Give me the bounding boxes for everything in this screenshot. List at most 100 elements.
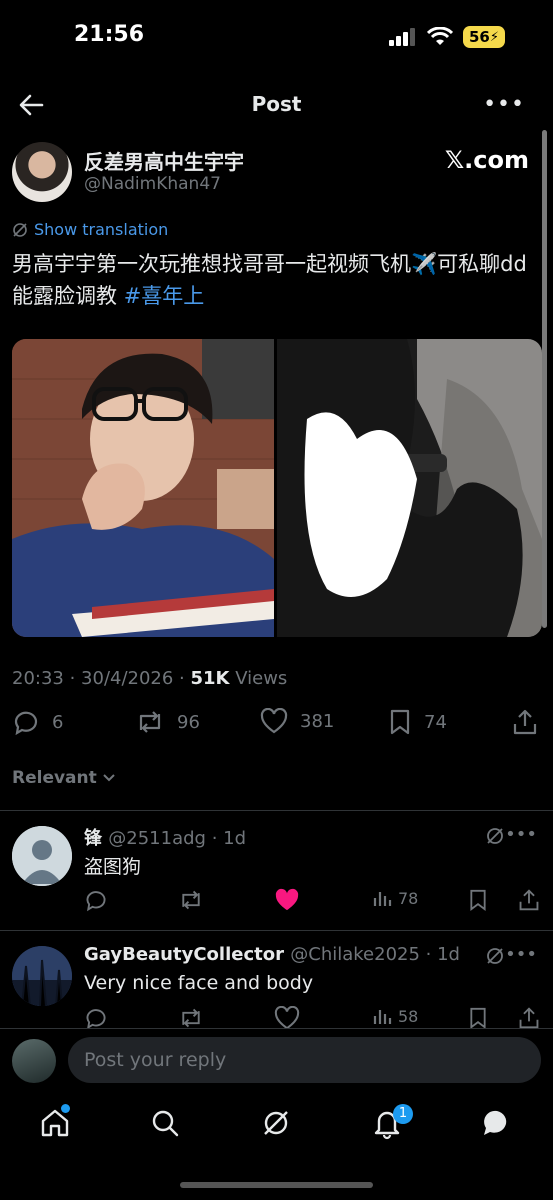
author-handle[interactable]: @NadimKhan47 (84, 174, 221, 194)
post-meta: 20:33 · 30/4/2026 · 51K Views (12, 668, 287, 689)
reply-input[interactable]: Post your reply (68, 1037, 541, 1083)
post-media[interactable] (12, 339, 542, 637)
reply-button[interactable]: 6 (12, 708, 63, 736)
grok-icon[interactable] (259, 1106, 293, 1140)
heart-filled-icon (275, 888, 299, 911)
landscape-avatar (12, 946, 72, 1006)
repost-count: 96 (177, 711, 200, 733)
top-nav: Post ••• (0, 76, 553, 134)
reply-icon (86, 1009, 106, 1030)
home-indicator (180, 1182, 373, 1188)
reply-like-button[interactable] (274, 888, 300, 912)
default-avatar-icon (12, 826, 72, 886)
bookmark-button[interactable]: 74 (388, 708, 447, 736)
reply-more-icon[interactable]: ••• (505, 824, 537, 845)
analytics-icon (373, 1010, 392, 1024)
reply-bookmark-button[interactable] (468, 888, 488, 912)
battery-level: 56 (468, 28, 490, 46)
post-actions: 6 96 381 74 (0, 708, 553, 742)
reply-text: 盗图狗 (84, 856, 142, 878)
reply-icon (14, 711, 38, 736)
reply-views-button[interactable]: 78 (372, 888, 418, 908)
reply-author-name: 锋 (84, 828, 102, 849)
media-photo-2[interactable] (277, 339, 542, 637)
grok-icon[interactable] (485, 946, 505, 966)
analytics-icon (373, 892, 392, 906)
chevron-down-icon (103, 774, 115, 782)
more-options-icon[interactable]: ••• (483, 92, 525, 117)
author-avatar[interactable] (12, 142, 72, 202)
messages-icon[interactable] (480, 1106, 514, 1140)
reply-repost-button[interactable] (178, 1006, 204, 1030)
relevance-filter[interactable]: Relevant (12, 768, 115, 788)
reply-actions: 78 (84, 888, 544, 914)
page-title: Post (251, 92, 302, 116)
notifications-badge: 1 (393, 1104, 413, 1124)
reply-more-icon[interactable]: ••• (505, 944, 537, 965)
reply-like-button[interactable] (274, 1006, 300, 1030)
reply-views-button[interactable]: 58 (372, 1006, 418, 1026)
reply-share-button[interactable] (518, 1006, 540, 1030)
relevance-filter-label: Relevant (12, 768, 97, 788)
reply-text: Very nice face and body (84, 972, 314, 994)
share-icon (519, 889, 539, 911)
battery-indicator: 56 ⚡ (462, 26, 505, 48)
search-icon[interactable] (148, 1106, 182, 1140)
show-translation-link[interactable]: Show translation (12, 220, 168, 239)
share-icon (519, 1007, 539, 1029)
scrollbar[interactable] (542, 130, 547, 628)
repost-icon (182, 1008, 200, 1028)
share-button[interactable] (512, 708, 538, 736)
divider (0, 810, 553, 811)
reply-share-button[interactable] (518, 888, 540, 912)
grok-icon (13, 222, 27, 237)
bookmark-icon (470, 1007, 486, 1029)
media-photo-1[interactable] (12, 339, 274, 637)
grok-icon[interactable] (485, 826, 505, 846)
wifi-icon (426, 27, 453, 45)
post-text: 男高宇宇第一次玩推想找哥哥一起视频飞机✈️可私聊dd能露脸调教 #喜年上 (12, 248, 532, 312)
home-badge-dot (61, 1104, 70, 1113)
reply-composer: Post your reply (0, 1028, 553, 1092)
reply-avatar[interactable] (12, 826, 72, 886)
current-user-avatar[interactable] (12, 1039, 56, 1083)
reply-author[interactable]: 锋 @2511adg · 1d (84, 824, 246, 850)
repost-button[interactable]: 96 (135, 708, 200, 736)
reply-icon (86, 891, 106, 912)
status-time: 21:56 (74, 22, 145, 47)
reply-author-name: GayBeautyCollector (84, 944, 284, 965)
reply-views-count: 58 (398, 1006, 419, 1026)
like-count: 381 (300, 710, 335, 732)
censored-photo-illustration (277, 339, 542, 637)
reply-repost-button[interactable] (178, 888, 204, 912)
reply-author-handle: @2511adg · 1d (108, 828, 247, 849)
cellular-signal-icon (388, 28, 415, 46)
reply-bookmark-button[interactable] (468, 1006, 488, 1030)
repost-icon (139, 711, 161, 733)
selfie-illustration (12, 339, 274, 637)
like-button[interactable]: 381 (260, 708, 334, 734)
author-name[interactable]: 反差男高中生宇宇 (84, 146, 244, 175)
share-icon (513, 709, 537, 735)
repost-icon (182, 890, 200, 910)
divider (0, 930, 553, 931)
views-label: Views (229, 668, 288, 689)
status-icons: 56 ⚡ (388, 26, 505, 48)
x-watermark: 𝕏.com (444, 146, 529, 174)
heart-icon (260, 708, 288, 734)
bookmark-count: 74 (424, 711, 447, 733)
status-bar: 21:56 56 ⚡ (0, 0, 553, 76)
reply-reply-button[interactable] (84, 888, 108, 912)
hashtag-link[interactable]: #喜年上 (124, 284, 205, 308)
reply-author-handle: @Chilake2025 · 1d (290, 944, 460, 965)
bookmark-icon (390, 709, 410, 735)
show-translation-label: Show translation (34, 220, 169, 239)
bookmark-icon (470, 889, 486, 911)
post-timestamp: 20:33 · 30/4/2026 · (12, 668, 191, 689)
reply-author[interactable]: GayBeautyCollector @Chilake2025 · 1d (84, 944, 460, 965)
heart-icon (274, 1006, 300, 1030)
views-count: 51K (190, 668, 230, 689)
reply-count: 6 (52, 711, 64, 733)
reply-reply-button[interactable] (84, 1006, 108, 1030)
reply-avatar[interactable] (12, 946, 72, 1006)
